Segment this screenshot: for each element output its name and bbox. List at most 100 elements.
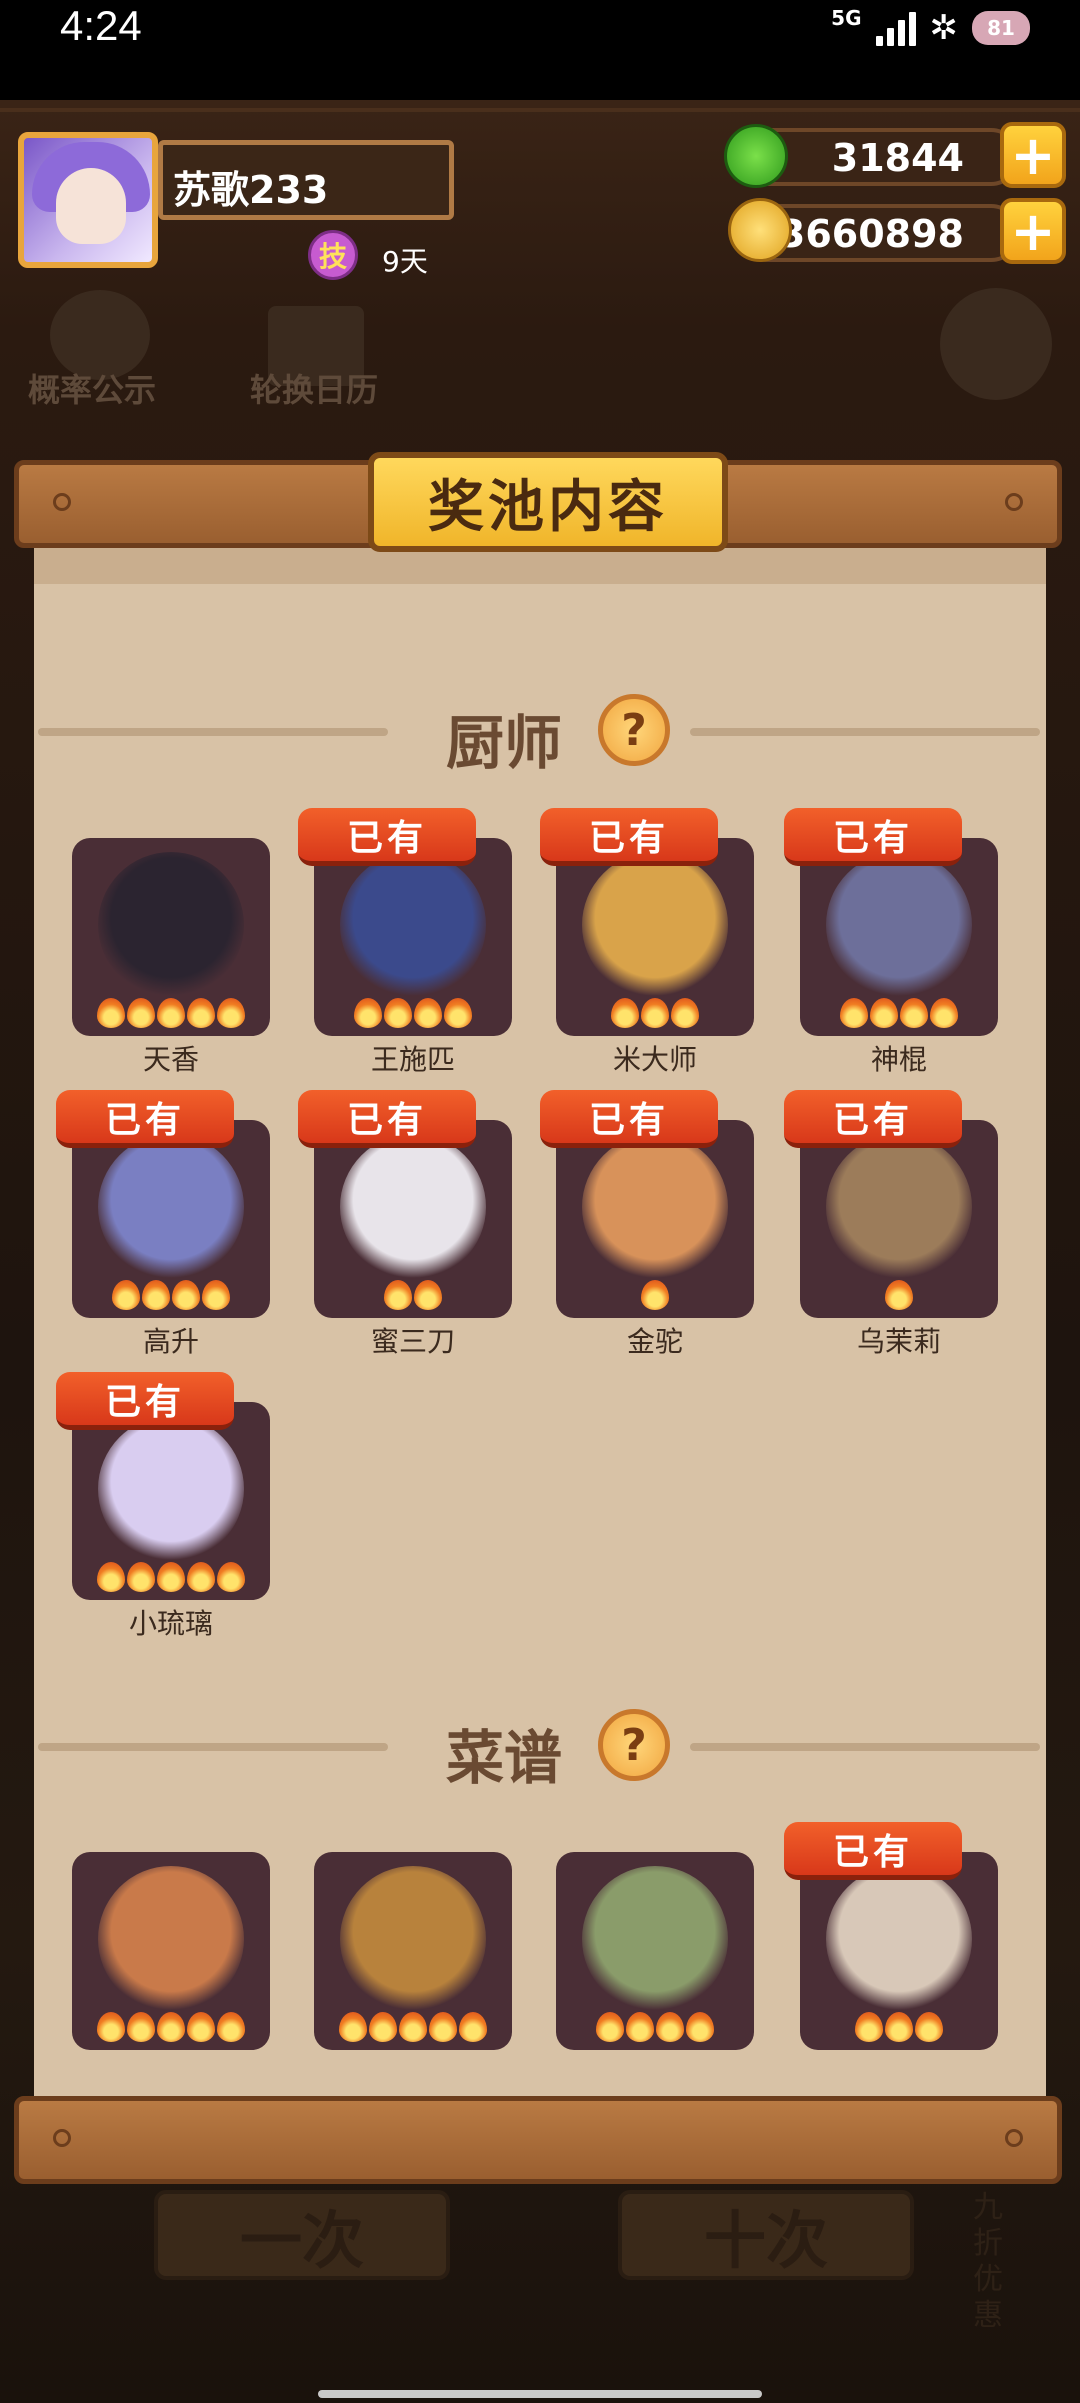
flame-icon — [127, 2012, 155, 2042]
flame-icon — [97, 1562, 125, 1592]
recipe-card[interactable] — [556, 1852, 754, 2050]
chef-portrait — [98, 1134, 244, 1280]
chef-name: 金驼 — [626, 1325, 683, 1358]
flame-icon — [202, 1280, 230, 1310]
player-avatar[interactable] — [18, 132, 158, 268]
add-coin-button[interactable]: + — [1000, 198, 1066, 264]
flame-icon — [217, 998, 245, 1028]
draw-ten-button[interactable]: 十次 — [618, 2190, 914, 2280]
chef-portrait — [340, 852, 486, 998]
owned-badge: 已有 — [784, 808, 962, 866]
recipe-portrait — [826, 1866, 972, 2012]
chef-rarity — [72, 1280, 270, 1310]
network-label: 5G — [831, 6, 862, 30]
chef-portrait — [340, 1134, 486, 1280]
calendar-button[interactable]: 轮换日历 — [250, 365, 378, 411]
recipe-card[interactable] — [314, 1852, 512, 2050]
flame-icon — [885, 1280, 913, 1310]
modal-title-plate: 奖池内容 — [368, 452, 728, 552]
flame-icon — [157, 998, 185, 1028]
flame-icon — [157, 2012, 185, 2042]
discount-tag[interactable]: 九折优惠 — [960, 2190, 1016, 2334]
chef-name: 米大师 — [612, 1043, 697, 1076]
chef-rarity — [556, 998, 754, 1028]
recipe-help-icon[interactable]: ? — [598, 1709, 670, 1781]
chef-card[interactable] — [556, 838, 754, 1036]
battery-icon: 81 — [972, 11, 1030, 45]
flame-icon — [127, 998, 155, 1028]
status-icons: 5G ✲ 81 — [831, 6, 1030, 48]
add-jade-button[interactable]: + — [1000, 122, 1066, 188]
flame-icon — [187, 1562, 215, 1592]
flame-icon — [444, 998, 472, 1028]
flame-icon — [686, 2012, 714, 2042]
recipe-card[interactable] — [800, 1852, 998, 2050]
recipe-portrait — [340, 1866, 486, 2012]
chef-card[interactable] — [72, 838, 270, 1036]
chef-card[interactable] — [314, 838, 512, 1036]
exit-button[interactable] — [940, 288, 1052, 400]
chef-help-icon[interactable]: ? — [598, 694, 670, 766]
recipe-rarity — [72, 2012, 270, 2042]
flame-icon — [217, 2012, 245, 2042]
skill-badge-icon[interactable]: 技 — [308, 230, 358, 280]
flame-icon — [354, 998, 382, 1028]
recipe-rarity — [800, 2012, 998, 2042]
flame-icon — [671, 998, 699, 1028]
owned-badge: 已有 — [784, 1090, 962, 1148]
chef-section-header: 厨师 ? — [34, 690, 1046, 777]
chef-section-title: 厨师 — [446, 709, 563, 777]
flame-icon — [900, 998, 928, 1028]
battery-level: 81 — [987, 16, 1015, 40]
flame-icon — [656, 2012, 684, 2042]
chef-card[interactable] — [72, 1402, 270, 1600]
chef-rarity — [314, 998, 512, 1028]
flame-icon — [384, 1280, 412, 1310]
chef-portrait — [826, 852, 972, 998]
flame-icon — [399, 2012, 427, 2042]
chef-rarity — [800, 998, 998, 1028]
recipe-card[interactable] — [72, 1852, 270, 2050]
flame-icon — [172, 1280, 200, 1310]
chef-card[interactable] — [800, 838, 998, 1036]
flame-icon — [885, 2012, 913, 2042]
chef-name: 小琉璃 — [128, 1607, 213, 1640]
flame-icon — [429, 2012, 457, 2042]
flame-icon — [142, 1280, 170, 1310]
chef-card[interactable] — [556, 1120, 754, 1318]
flame-icon — [187, 998, 215, 1028]
chef-name: 蜜三刀 — [370, 1325, 455, 1358]
chef-name: 神棍 — [870, 1043, 927, 1076]
player-name-box: 苏歌233 — [158, 140, 454, 220]
owned-badge: 已有 — [298, 808, 476, 866]
clock: 4:24 — [60, 2, 142, 49]
chef-name: 天香 — [142, 1043, 199, 1076]
flame-icon — [97, 2012, 125, 2042]
flame-icon — [596, 2012, 624, 2042]
flame-icon — [157, 1562, 185, 1592]
recipe-section-header: 菜谱 ? — [34, 1705, 1046, 1792]
chef-name: 乌茉莉 — [856, 1325, 941, 1358]
modal-title: 奖池内容 — [428, 474, 668, 540]
recipe-rarity — [556, 2012, 754, 2042]
flame-icon — [915, 2012, 943, 2042]
chef-portrait — [582, 1134, 728, 1280]
owned-badge: 已有 — [298, 1090, 476, 1148]
owned-badge: 已有 — [540, 1090, 718, 1148]
chef-rarity — [314, 1280, 512, 1310]
chef-card[interactable] — [800, 1120, 998, 1318]
jade-amount: 31844 — [831, 136, 964, 180]
home-indicator[interactable] — [318, 2390, 762, 2398]
draw-once-button[interactable]: 一次 — [154, 2190, 450, 2280]
chef-portrait — [98, 852, 244, 998]
flame-icon — [641, 998, 669, 1028]
recipe-section-title: 菜谱 — [446, 1724, 563, 1792]
flame-icon — [339, 2012, 367, 2042]
probability-button[interactable]: 概率公示 — [28, 365, 156, 411]
signal-icon — [875, 10, 916, 46]
modal-bottom-board — [14, 2096, 1062, 2184]
flame-icon — [112, 1280, 140, 1310]
chef-card[interactable] — [72, 1120, 270, 1318]
flame-icon — [187, 2012, 215, 2042]
chef-card[interactable] — [314, 1120, 512, 1318]
